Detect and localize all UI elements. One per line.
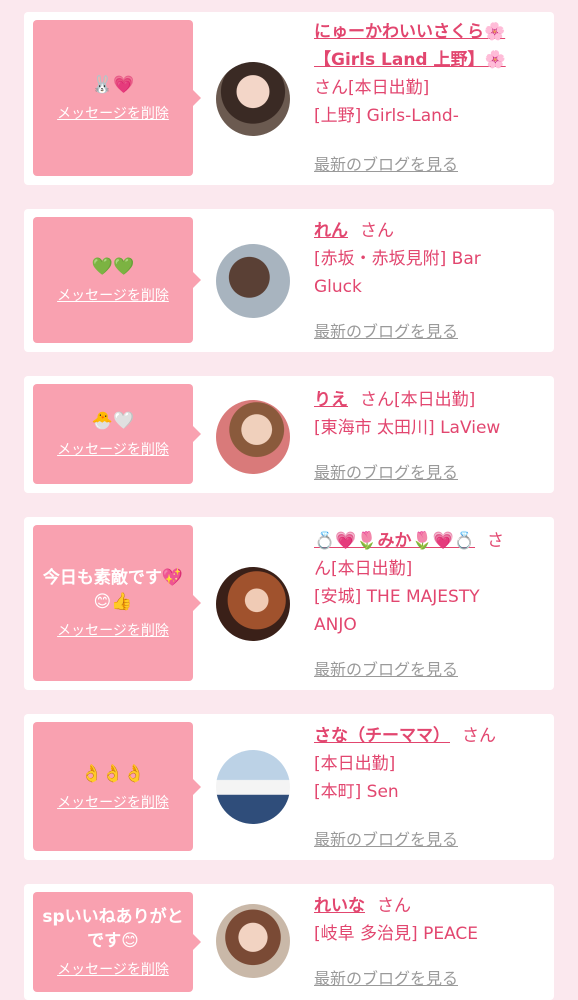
honorific: さん xyxy=(360,221,394,241)
message-card: 💚💚 メッセージを削除 れん さん [赤坂・赤坂見附] Bar Gluck 最新の… xyxy=(24,209,554,352)
profile-name[interactable]: りえ xyxy=(314,390,348,410)
shop-name-line2: Gluck xyxy=(314,277,362,297)
message-text: 👌👌👌 xyxy=(81,763,145,784)
profile-name[interactable]: さな（チーママ） xyxy=(314,726,450,746)
message-bubble: 👌👌👌 メッセージを削除 xyxy=(33,722,201,851)
message-text-line2: 😊👍 xyxy=(93,592,133,612)
delete-message-link[interactable]: メッセージを削除 xyxy=(57,792,169,812)
profile-info: れいな さん [岐阜 多治見] PEACE xyxy=(314,892,544,948)
profile-info: さな（チーママ） さん [本日出勤] [本町] Sen xyxy=(314,722,544,806)
delete-message-link[interactable]: メッセージを削除 xyxy=(57,620,169,640)
honorific: さん xyxy=(377,896,411,916)
shop-name: [安城] THE MAJESTY xyxy=(314,587,480,607)
avatar[interactable] xyxy=(216,244,290,318)
message-card: spいいねありがと です😊 メッセージを削除 れいな さん [岐阜 多治見] PE… xyxy=(24,884,554,1000)
latest-blog-link[interactable]: 最新のブログを見る xyxy=(314,318,458,342)
profile-name[interactable]: にゅーかわいいさくら🌸 xyxy=(314,18,544,46)
latest-blog-link[interactable]: 最新のブログを見る xyxy=(314,656,458,680)
delete-message-link[interactable]: メッセージを削除 xyxy=(57,959,169,979)
avatar[interactable] xyxy=(216,750,290,824)
avatar[interactable] xyxy=(216,567,290,641)
work-status: [本日出勤] xyxy=(314,754,396,774)
message-text: spいいねありがと xyxy=(42,907,184,927)
message-bubble: 今日も素敵です💖 😊👍 メッセージを削除 xyxy=(33,525,201,681)
avatar[interactable] xyxy=(216,400,290,474)
message-bubble: 🐰💗 メッセージを削除 xyxy=(33,20,201,176)
profile-info: 💍💗🌷みか🌷💗💍 さ ん[本日出勤] [安城] THE MAJESTY ANJO xyxy=(314,527,544,639)
latest-blog-link[interactable]: 最新のブログを見る xyxy=(314,826,458,850)
profile-name[interactable]: 💍💗🌷みか🌷💗💍 xyxy=(314,531,475,551)
avatar[interactable] xyxy=(216,904,290,978)
message-bubble: 🐣🤍 メッセージを削除 xyxy=(33,384,201,484)
delete-message-link[interactable]: メッセージを削除 xyxy=(57,103,169,123)
shop-name: [赤坂・赤坂見附] Bar xyxy=(314,249,481,269)
message-card: 👌👌👌 メッセージを削除 さな（チーママ） さん [本日出勤] [本町] Sen … xyxy=(24,714,554,860)
avatar[interactable] xyxy=(216,62,290,136)
profile-name-line2[interactable]: 【Girls Land 上野】🌸 xyxy=(314,46,544,74)
latest-blog-link[interactable]: 最新のブログを見る xyxy=(314,459,458,483)
message-text: 今日も素敵です💖 xyxy=(42,568,184,588)
honorific-part: さ xyxy=(487,531,505,551)
message-text: 🐣🤍 xyxy=(91,411,135,431)
honorific: さん xyxy=(360,390,394,410)
message-card: 🐰💗 メッセージを削除 にゅーかわいいさくら🌸 【Girls Land 上野】🌸… xyxy=(24,12,554,185)
work-status: [本日出勤] xyxy=(394,390,476,410)
shop-name: [東海市 太田川] LaView xyxy=(314,418,501,438)
work-status: さん[本日出勤] xyxy=(314,78,430,98)
shop-name: [岐阜 多治見] PEACE xyxy=(314,924,479,944)
profile-name[interactable]: れいな xyxy=(314,896,365,916)
shop-name: [本町] Sen xyxy=(314,782,399,802)
delete-message-link[interactable]: メッセージを削除 xyxy=(57,439,169,459)
message-bubble: 💚💚 メッセージを削除 xyxy=(33,217,201,343)
message-card: 🐣🤍 メッセージを削除 りえ さん[本日出勤] [東海市 太田川] LaView … xyxy=(24,376,554,493)
work-status: ん[本日出勤] xyxy=(314,559,413,579)
profile-name[interactable]: れん xyxy=(314,221,348,241)
message-bubble: spいいねありがと です😊 メッセージを削除 xyxy=(33,892,201,992)
latest-blog-link[interactable]: 最新のブログを見る xyxy=(314,151,458,175)
message-text-line2: です😊 xyxy=(87,931,139,951)
shop-name-line2: ANJO xyxy=(314,615,357,635)
message-text: 💚💚 xyxy=(91,257,135,277)
delete-message-link[interactable]: メッセージを削除 xyxy=(57,285,169,305)
message-text: 🐰💗 xyxy=(91,75,135,95)
profile-info: れん さん [赤坂・赤坂見附] Bar Gluck xyxy=(314,217,544,301)
honorific: さん xyxy=(462,726,496,746)
message-card: 今日も素敵です💖 😊👍 メッセージを削除 💍💗🌷みか🌷💗💍 さ ん[本日出勤] [… xyxy=(24,517,554,690)
profile-info: りえ さん[本日出勤] [東海市 太田川] LaView xyxy=(314,386,544,442)
profile-info: にゅーかわいいさくら🌸 【Girls Land 上野】🌸 さん[本日出勤] [上… xyxy=(314,18,544,130)
shop-name: [上野] Girls-Land- xyxy=(314,106,459,126)
latest-blog-link[interactable]: 最新のブログを見る xyxy=(314,965,458,989)
